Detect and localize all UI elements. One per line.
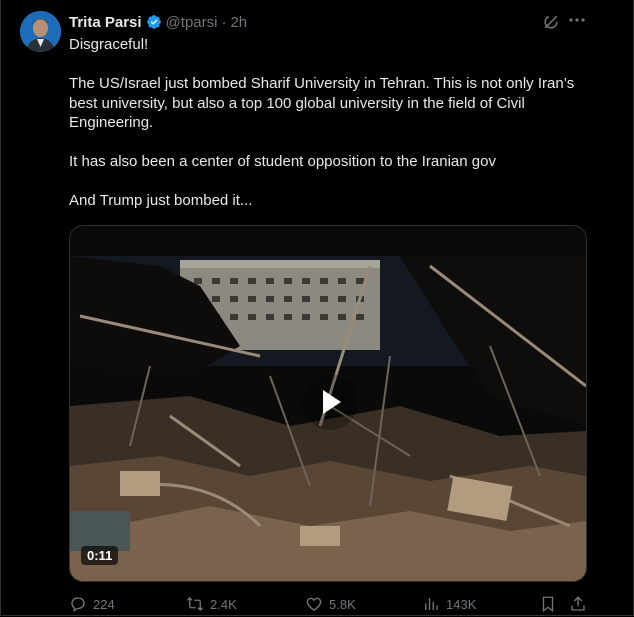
tweet-card[interactable]: Trita Parsi @tparsi · 2h Disgraceful! Th… (0, 0, 634, 616)
analytics-icon (425, 598, 438, 610)
separator-dot: · (221, 13, 227, 31)
video-duration: 0:11 (81, 546, 119, 565)
views-count: 143K (446, 596, 477, 612)
repost-button[interactable]: 2.4K (186, 592, 237, 616)
more-options-icon[interactable] (567, 10, 587, 30)
views-button[interactable]: 143K (422, 592, 476, 616)
repost-count: 2.4K (210, 596, 237, 612)
author-avatar[interactable] (20, 11, 61, 52)
share-button[interactable] (569, 592, 593, 616)
reply-count: 224 (93, 596, 115, 612)
repost-icon (187, 597, 203, 611)
like-count: 5.8K (329, 596, 356, 612)
tweet-paragraph: It has also been a center of student opp… (69, 153, 496, 170)
tweet-text: Disgraceful! The US/Israel just bombed S… (69, 35, 594, 211)
tweet-paragraph: And Trump just bombed it... (69, 192, 253, 209)
bookmark-button[interactable] (539, 592, 563, 616)
video-player[interactable]: 0:11 (69, 225, 587, 582)
tweet-paragraph: The US/Israel just bombed Sharif Univers… (69, 75, 575, 131)
like-button[interactable]: 5.8K (305, 592, 356, 616)
play-button[interactable] (302, 374, 358, 430)
grok-icon[interactable] (541, 12, 561, 32)
reply-icon (71, 597, 85, 613)
author-name[interactable]: Trita Parsi (69, 14, 142, 31)
share-icon (571, 596, 585, 611)
bookmark-icon (542, 596, 554, 613)
tweet-header: Trita Parsi @tparsi · 2h (69, 12, 247, 32)
tweet-actions: 224 2.4K 5.8K 143K (69, 592, 589, 616)
tweet-paragraph: Disgraceful! (69, 36, 149, 53)
heart-icon (306, 597, 322, 611)
verified-badge-icon (146, 15, 161, 29)
tweet-timestamp[interactable]: 2h (230, 14, 247, 31)
play-icon (323, 390, 341, 414)
author-handle[interactable]: @tparsi (166, 14, 218, 31)
reply-button[interactable]: 224 (69, 592, 115, 616)
